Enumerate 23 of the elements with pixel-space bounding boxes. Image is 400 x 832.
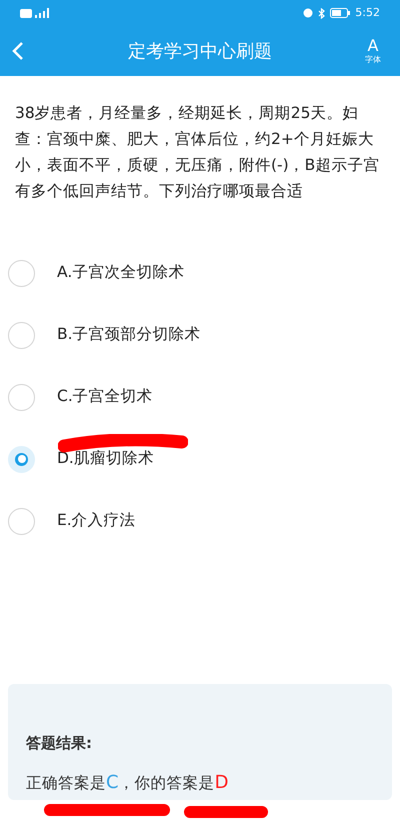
radio-button[interactable] [8, 508, 35, 534]
option-label: C.子宫全切术 [57, 386, 153, 408]
page-title: 定考学习中心刷题 [127, 40, 273, 64]
back-icon [12, 41, 24, 61]
radio-button[interactable] [8, 384, 35, 410]
answer-option[interactable]: D.肌瘤切除术 [0, 428, 400, 490]
question-text: 38岁患者，月经量多，经期延长，周期25天。妇查：宫颈中糜、肥大，宫体后位，约2+个月妊娠大小，表面不平，质硬，无压痛，附件(-)，B超示子宫有多个低回声结节。下列治疗哪项最合适 [14, 103, 380, 202]
option-label: E.介入疗法 [57, 510, 136, 532]
answer-option[interactable]: B.子宫颈部分切除术 [0, 304, 400, 366]
result-text: 正确答案是C，你的答案是D [26, 770, 230, 794]
signal-icon [35, 8, 49, 18]
radio-button[interactable] [8, 322, 35, 348]
result-title: 答题结果: [26, 733, 93, 754]
answer-option[interactable]: E.介入疗法 [0, 490, 400, 552]
option-label: D.肌瘤切除术 [57, 448, 154, 470]
clock-time: 5:52 [355, 4, 380, 21]
answer-option[interactable]: C.子宫全切术 [0, 366, 400, 428]
radio-button[interactable] [8, 260, 35, 286]
option-label: B.子宫颈部分切除术 [57, 324, 201, 346]
battery-icon [330, 8, 350, 18]
answer-option[interactable]: A.子宫次全切除术 [0, 242, 400, 304]
option-label: A.子宫次全切除术 [57, 262, 184, 284]
bluetooth-icon [318, 8, 326, 18]
